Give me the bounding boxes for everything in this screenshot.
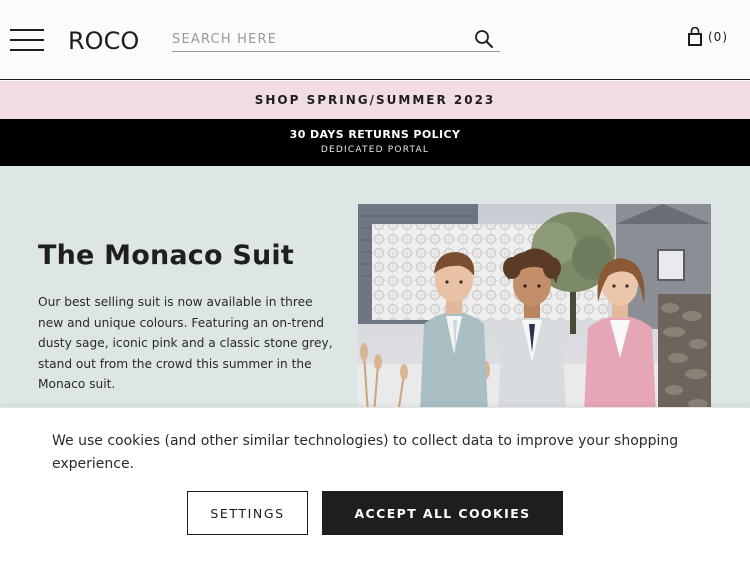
search-icon[interactable]: [474, 29, 494, 49]
hamburger-menu-icon[interactable]: [10, 29, 44, 51]
accept-all-cookies-button[interactable]: ACCEPT ALL COOKIES: [322, 491, 563, 535]
returns-portal-subtitle: DEDICATED PORTAL: [320, 145, 430, 155]
shop-season-link[interactable]: SHOP SPRING/SUMMER 2023: [255, 93, 496, 107]
hero-image[interactable]: [358, 204, 711, 414]
cart-count: (0): [708, 30, 728, 44]
cookie-settings-button[interactable]: SETTINGS: [187, 491, 308, 535]
returns-policy-title: 30 DAYS RETURNS POLICY: [289, 128, 461, 141]
site-header: ROCO (0): [0, 0, 750, 80]
cart-button[interactable]: (0): [686, 26, 728, 48]
monaco-suit-photo: [358, 204, 711, 414]
shopping-bag-icon: [688, 27, 702, 46]
site-logo[interactable]: ROCO: [68, 27, 139, 55]
cookie-banner: We use cookies (and other similar techno…: [0, 407, 750, 563]
search-bar: [172, 28, 500, 52]
search-input[interactable]: [172, 28, 462, 50]
returns-promo-bar[interactable]: 30 DAYS RETURNS POLICY DEDICATED PORTAL: [0, 119, 750, 166]
cookie-message: We use cookies (and other similar techno…: [52, 433, 679, 472]
hero-title: The Monaco Suit: [38, 240, 294, 271]
hero-description: Our best selling suit is now available i…: [38, 295, 333, 392]
season-promo-bar: SHOP SPRING/SUMMER 2023: [0, 81, 750, 119]
